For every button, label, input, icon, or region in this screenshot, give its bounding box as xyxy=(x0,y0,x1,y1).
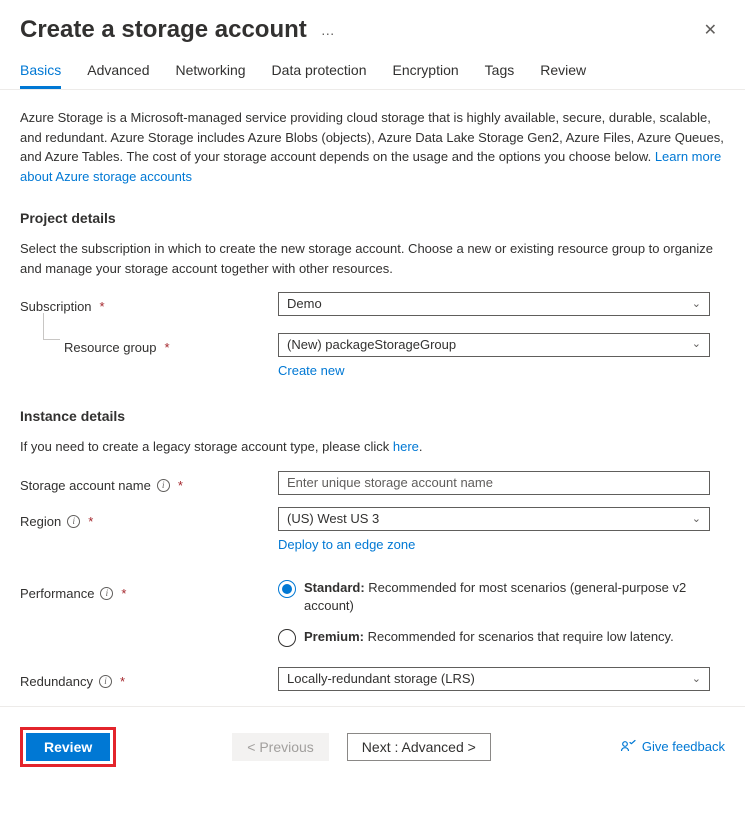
storage-account-name-input[interactable]: Enter unique storage account name xyxy=(278,471,710,495)
chevron-down-icon: ⌄ xyxy=(692,336,701,353)
redundancy-label: Redundancy i * xyxy=(20,667,278,692)
tab-review[interactable]: Review xyxy=(540,62,586,89)
redundancy-value: Locally-redundant storage (LRS) xyxy=(287,669,475,689)
review-button[interactable]: Review xyxy=(26,733,110,761)
previous-button: < Previous xyxy=(232,733,329,761)
page-header: Create a storage account … ✕ xyxy=(0,0,745,52)
review-highlight: Review xyxy=(20,727,116,767)
required-asterisk: * xyxy=(178,476,183,496)
page-title: Create a storage account xyxy=(20,16,307,44)
required-asterisk: * xyxy=(88,512,93,532)
info-icon[interactable]: i xyxy=(67,515,80,528)
project-details-heading: Project details xyxy=(20,208,725,229)
radio-unchecked-icon xyxy=(278,629,296,647)
instance-details-heading: Instance details xyxy=(20,406,725,427)
more-options-icon[interactable]: … xyxy=(321,22,337,38)
info-icon[interactable]: i xyxy=(99,675,112,688)
feedback-icon xyxy=(620,739,636,755)
placeholder-text: Enter unique storage account name xyxy=(287,473,493,493)
close-icon[interactable]: ✕ xyxy=(696,16,725,44)
info-icon[interactable]: i xyxy=(157,479,170,492)
tab-encryption[interactable]: Encryption xyxy=(393,62,459,89)
required-asterisk: * xyxy=(121,584,126,604)
required-asterisk: * xyxy=(100,297,105,317)
chevron-down-icon: ⌄ xyxy=(692,296,701,313)
radio-checked-icon xyxy=(278,580,296,598)
resource-group-label: Resource group* xyxy=(20,333,278,358)
region-label: Region i * xyxy=(20,507,278,532)
tab-tags[interactable]: Tags xyxy=(485,62,515,89)
chevron-down-icon: ⌄ xyxy=(692,671,701,688)
tab-advanced[interactable]: Advanced xyxy=(87,62,149,89)
chevron-down-icon: ⌄ xyxy=(692,511,701,528)
performance-premium-radio[interactable]: Premium: Recommended for scenarios that … xyxy=(278,628,725,647)
create-new-resource-group-link[interactable]: Create new xyxy=(278,363,344,378)
next-button[interactable]: Next : Advanced > xyxy=(347,733,491,761)
required-asterisk: * xyxy=(120,672,125,692)
legacy-account-text: If you need to create a legacy storage a… xyxy=(20,437,725,457)
give-feedback-link[interactable]: Give feedback xyxy=(620,739,725,755)
resource-group-value: (New) packageStorageGroup xyxy=(287,335,456,355)
performance-standard-radio[interactable]: Standard: Recommended for most scenarios… xyxy=(278,579,725,617)
resource-group-select[interactable]: (New) packageStorageGroup ⌄ xyxy=(278,333,710,357)
storage-account-name-label: Storage account name i * xyxy=(20,471,278,496)
redundancy-select[interactable]: Locally-redundant storage (LRS) ⌄ xyxy=(278,667,710,691)
info-icon[interactable]: i xyxy=(100,587,113,600)
subscription-value: Demo xyxy=(287,294,322,314)
tab-data-protection[interactable]: Data protection xyxy=(272,62,367,89)
region-select[interactable]: (US) West US 3 ⌄ xyxy=(278,507,710,531)
tab-basics[interactable]: Basics xyxy=(20,62,61,89)
intro-text: Azure Storage is a Microsoft-managed ser… xyxy=(20,108,725,186)
tab-networking[interactable]: Networking xyxy=(176,62,246,89)
region-value: (US) West US 3 xyxy=(287,509,379,529)
project-details-subtitle: Select the subscription in which to crea… xyxy=(20,239,725,278)
subscription-select[interactable]: Demo ⌄ xyxy=(278,292,710,316)
performance-label: Performance i * xyxy=(20,579,278,604)
legacy-here-link[interactable]: here xyxy=(393,439,419,454)
deploy-edge-zone-link[interactable]: Deploy to an edge zone xyxy=(278,537,415,552)
footer-bar: Review < Previous Next : Advanced > Give… xyxy=(0,707,745,785)
tab-bar: Basics Advanced Networking Data protecti… xyxy=(0,52,745,90)
required-asterisk: * xyxy=(165,338,170,358)
